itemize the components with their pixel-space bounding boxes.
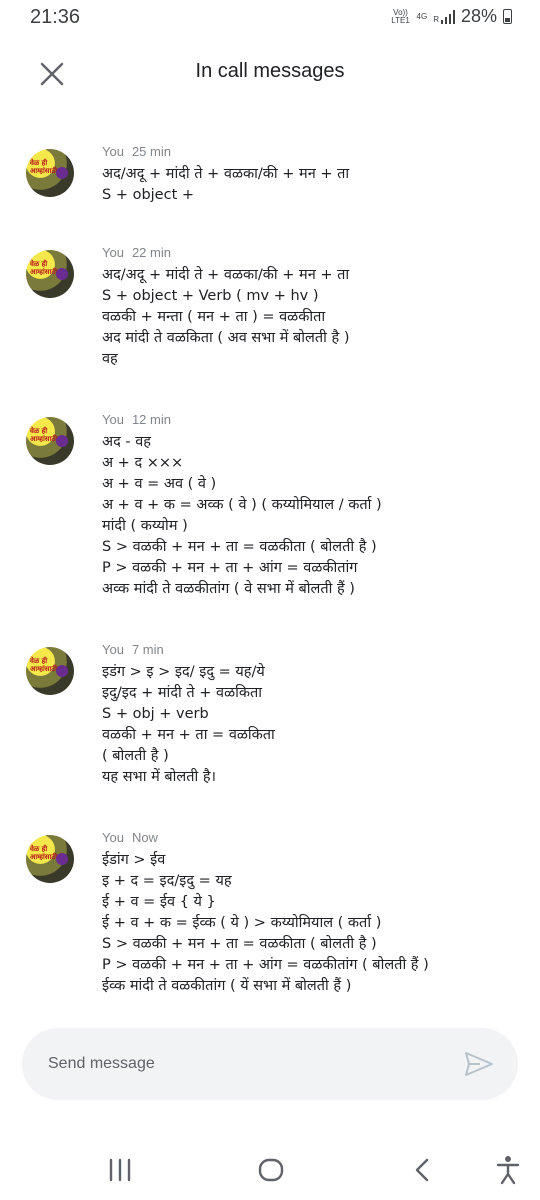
avatar: वेळ ही आम्हांसाठी (26, 149, 74, 197)
battery-percent: 28% (460, 6, 497, 26)
avatar: वेळ ही आम्हांसाठी (26, 647, 74, 695)
message-meta: You Now (102, 830, 158, 845)
message-line: वळकी + मन + ता = वळकिता (102, 727, 275, 743)
home-icon (258, 1158, 284, 1182)
message-meta: You 7 min (102, 642, 164, 657)
message-line: ई + व + क = ईव्क ( ये ) > कय्योमियाल ( क… (102, 915, 382, 931)
back-button[interactable] (405, 1152, 441, 1188)
message-composer (22, 1028, 518, 1100)
message-line: अ + व + क = अव्क ( वे ) ( कय्योमियाल / क… (102, 497, 382, 513)
header: In call messages (0, 48, 540, 104)
home-button[interactable] (253, 1152, 289, 1188)
network-type: 4G (416, 11, 428, 21)
message-sender: You (102, 412, 124, 427)
signal-icon: R (433, 9, 455, 24)
status-time: 21:36 (30, 6, 81, 28)
avatar: वेळ ही आम्हांसाठी (26, 417, 74, 465)
message-line: इदु/इद + मांदी ते + वळकिता (102, 685, 263, 701)
message-line: इडंग > इ > इद/ इदु = यह/ये (102, 664, 265, 680)
message-line: S > वळकी + मन + ता = वळकीता ( बोलती है ) (102, 936, 377, 952)
roaming-indicator: R (433, 14, 439, 24)
message-sender: You (102, 830, 124, 845)
send-icon (465, 1052, 493, 1076)
message-sender: You (102, 245, 124, 260)
system-nav-bar (0, 1140, 540, 1200)
accessibility-icon (496, 1156, 520, 1185)
message-line: P > वळकी + मन + ता + आंग = वळकीतांग (102, 560, 358, 576)
message-sender: You (102, 144, 124, 159)
message-line: अव्क मांदी ते वळकीतांग ( वे सभा में बोलत… (102, 581, 355, 597)
accessibility-button[interactable] (490, 1152, 526, 1188)
message-time: 25 min (131, 144, 171, 159)
message-meta: You 25 min (102, 144, 171, 159)
message-line: यह सभा में बोलती है। (102, 769, 217, 785)
volte-indicator: Vo)) LTE1 (391, 7, 410, 25)
message-text: अद/अदू + मांदी ते + वळका/की + मन + ता S … (102, 265, 522, 370)
recents-button[interactable] (102, 1152, 138, 1188)
message-meta: You 22 min (102, 245, 171, 260)
status-icons: Vo)) LTE1 4G R 28% (391, 6, 512, 27)
battery-icon (503, 9, 512, 24)
message-line: अद/अदू + मांदी ते + वळका/की + मन + ता (102, 166, 350, 182)
message-line: ( बोलती है ) (102, 748, 169, 764)
message-line: ई + व = ईव { ये } (102, 894, 216, 910)
message-line: अद मांदी ते वळकिता ( अव सभा में बोलती है… (102, 330, 350, 346)
message-line: S + object + Verb ( mv + hv ) (102, 288, 319, 304)
avatar: वेळ ही आम्हांसाठी (26, 835, 74, 883)
message-line: मांदी ( कय्योम ) (102, 518, 188, 534)
message-line: अ + व = अव ( वे ) (102, 476, 217, 492)
message-sender: You (102, 642, 124, 657)
message-text: ईडांग > ईव इ + द = इद/इदु = यह ई + व = ई… (102, 850, 522, 997)
message-line: S > वळकी + मन + ता = वळकीता ( बोलती है ) (102, 539, 377, 555)
message-line: अद - वह (102, 434, 151, 450)
message-time: Now (131, 830, 158, 845)
message-line: ईव्क मांदी ते वळकीतांग ( यें सभा में बोल… (102, 978, 352, 994)
message-line: अद/अदू + मांदी ते + वळका/की + मन + ता (102, 267, 350, 283)
message-line: वह (102, 351, 118, 367)
message-line: वळकी + मन्ता ( मन + ता ) = वळकीता (102, 309, 326, 325)
message-line: S + obj + verb (102, 706, 209, 722)
message-line: P > वळकी + मन + ता + आंग = वळकीतांग ( बो… (102, 957, 429, 973)
message-time: 12 min (131, 412, 171, 427)
status-bar: 21:36 Vo)) LTE1 4G R 28% (0, 0, 540, 36)
message-time: 7 min (131, 642, 164, 657)
send-button[interactable] (464, 1050, 494, 1078)
message-line: अ + द ××× (102, 455, 184, 471)
message-line: S + object + (102, 187, 195, 203)
message-line: ईडांग > ईव (102, 852, 166, 868)
back-icon (415, 1158, 429, 1182)
message-text: इडंग > इ > इद/ इदु = यह/ये इदु/इद + मांद… (102, 662, 522, 788)
message-text: अद/अदू + मांदी ते + वळका/की + मन + ता S … (102, 164, 522, 206)
message-text: अद - वह अ + द ××× अ + व = अव ( वे ) अ + … (102, 432, 522, 600)
recents-icon (109, 1158, 131, 1182)
page-title: In call messages (195, 60, 345, 82)
message-input[interactable] (48, 1050, 448, 1078)
message-meta: You 12 min (102, 412, 171, 427)
avatar: वेळ ही आम्हांसाठी (26, 250, 74, 298)
message-line: इ + द = इद/इदु = यह (102, 873, 232, 889)
message-time: 22 min (131, 245, 171, 260)
